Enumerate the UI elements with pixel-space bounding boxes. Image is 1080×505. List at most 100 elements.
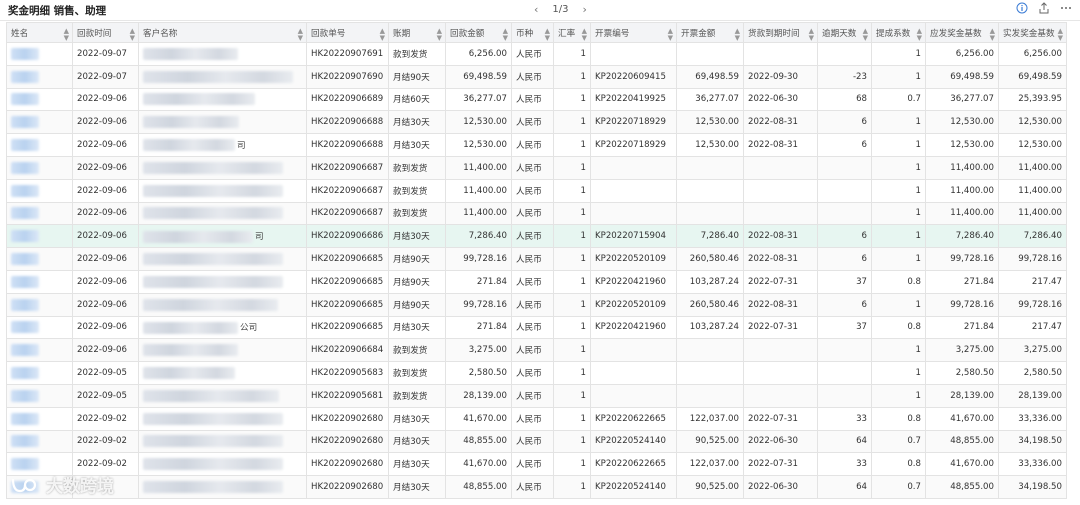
cell-inv-no: KP20220622665 (590, 406, 677, 431)
cell-coef: 1 (871, 383, 926, 408)
table-row[interactable]: 2022-09-02 HK20220902680 月结30天 41,670.00 人民币… (6, 452, 1067, 477)
column-header-actual-bonus[interactable]: 实发奖金基数 ▲ ▼ (998, 22, 1067, 43)
cell-rate: 1 (553, 269, 591, 294)
sort-icon[interactable]: ▲ ▼ (503, 28, 508, 42)
cell-due (743, 201, 818, 226)
cell-due (743, 383, 818, 408)
cell-order: HK20220906688 (306, 110, 389, 135)
cell-coef: 1 (871, 338, 926, 363)
table-row[interactable]: 2022-09-06 HK20220906687 款到发货 11,400.00 人民币 1… (6, 155, 1067, 180)
cell-name-redacted (6, 383, 73, 408)
cell-rate: 1 (553, 475, 591, 499)
sort-icon[interactable]: ▲ ▼ (64, 28, 69, 42)
cell-term: 月结90天 (388, 292, 446, 317)
redacted-block (11, 321, 39, 334)
cell-coef: 1 (871, 110, 926, 135)
cell-amount: 2,580.50 (445, 361, 512, 385)
table-row[interactable]: 2022-09-06 HK20220906689 月结60天 36,277.07 人民币… (6, 87, 1067, 112)
table-row[interactable]: 2022-09-06 司 HK20220906688 月结30天 12,530.00 人民… (6, 133, 1067, 157)
column-header-overdue-days[interactable]: 逾期天数 ▲ ▼ (817, 22, 872, 43)
redacted-block (11, 47, 39, 60)
table-row[interactable]: 2022-09-06 HK20220906687 款到发货 11,400.00 人民币 1… (6, 178, 1067, 203)
cell-coef: 1 (871, 292, 926, 317)
redacted-block (143, 184, 283, 197)
next-page-button[interactable]: › (583, 3, 587, 16)
sort-icon[interactable]: ▲ ▼ (130, 28, 135, 42)
cell-inv-no (590, 361, 677, 385)
cell-term: 款到发货 (388, 155, 446, 180)
column-header-amount[interactable]: 回款金额 ▲ ▼ (445, 22, 512, 43)
table-header-row: 姓名 ▲ ▼ 回款时间 ▲ ▼ 客户名称 ▲ ▼ 回款单号 ▲ ▼ 账期 ▲ ▼ 回款金额 ▲ ▼ 币种 ▲ ▼ 汇率 ▲ ▼… (6, 22, 1067, 43)
cell-base: 11,400.00 (925, 155, 999, 180)
sort-icon[interactable]: ▲ ▼ (668, 28, 673, 42)
column-header-due-date[interactable]: 货款到期时间 ▲ ▼ (743, 22, 818, 43)
cell-term: 月结30天 (388, 110, 446, 135)
sort-icon[interactable]: ▲ ▼ (917, 28, 922, 42)
cell-order: HK20220906687 (306, 178, 389, 203)
cell-rate: 1 (553, 383, 591, 408)
cell-rate: 1 (553, 110, 591, 135)
table-row[interactable]: 2022-09-02 HK20220902680 月结30天 41,670.00 人民币… (6, 406, 1067, 431)
column-header-label: 应发奖金基数 (930, 28, 982, 39)
table-row[interactable]: 2022-09-06 HK20220906685 月结90天 99,728.16 人民币… (6, 292, 1067, 317)
sort-icon[interactable]: ▲ ▼ (380, 28, 385, 42)
table-row[interactable]: 2022-09-06 HK20220906687 款到发货 11,400.00 人民币 1… (6, 201, 1067, 226)
table-row[interactable]: 2022-09-06 HK20220906684 款到发货 3,275.00 人民币 1 1… (6, 338, 1067, 363)
cell-inv-amt: 103,287.24 (676, 315, 744, 340)
cell-customer-redacted (138, 361, 307, 385)
sort-icon[interactable]: ▲ ▼ (582, 28, 587, 42)
column-header-label: 回款时间 (77, 28, 112, 39)
column-header-invoice-no[interactable]: 开票编号 ▲ ▼ (590, 22, 677, 43)
prev-page-button[interactable]: ‹ (534, 3, 538, 16)
cell-due (743, 361, 818, 385)
table-row[interactable]: 2022-09-07 HK20220907691 款到发货 6,256.00 人民币 1 1… (6, 42, 1067, 66)
cell-order: HK20220907691 (306, 42, 389, 66)
cell-currency: 人民币 (511, 64, 554, 89)
column-header-currency[interactable]: 币种 ▲ ▼ (511, 22, 554, 43)
column-header-invoice-amount[interactable]: 开票金额 ▲ ▼ (676, 22, 744, 43)
export-icon[interactable] (1038, 2, 1050, 14)
sort-icon[interactable]: ▲ ▼ (990, 28, 995, 42)
cell-order: HK20220906686 (306, 224, 389, 249)
table-row[interactable]: HK20220902680 月结30天 48,855.00 人民币 1 KP2022052… (6, 475, 1067, 499)
cell-due (743, 178, 818, 203)
cell-rate: 1 (553, 133, 591, 157)
column-header-label: 账期 (393, 28, 411, 39)
cell-currency: 人民币 (511, 315, 554, 340)
table-row[interactable]: 2022-09-06 HK20220906688 月结30天 12,530.00 人民币… (6, 110, 1067, 135)
sort-icon[interactable]: ▲ ▼ (545, 28, 550, 42)
table-row[interactable]: 2022-09-02 HK20220902680 月结30天 48,855.00 人民币… (6, 429, 1067, 454)
sort-icon[interactable]: ▲ ▼ (1058, 28, 1063, 42)
table-row[interactable]: 2022-09-07 HK20220907690 月结90天 69,498.59 人民币… (6, 64, 1067, 89)
column-header-bonus-base[interactable]: 应发奖金基数 ▲ ▼ (925, 22, 999, 43)
column-header-order[interactable]: 回款单号 ▲ ▼ (306, 22, 389, 43)
table-row[interactable]: 2022-09-06 HK20220906685 月结90天 271.84 人民币 1 KP… (6, 269, 1067, 294)
table-row[interactable]: 2022-09-05 HK20220905683 款到发货 2,580.50 人民币 1 1… (6, 361, 1067, 385)
cell-customer-redacted (138, 42, 307, 66)
cell-amount: 11,400.00 (445, 178, 512, 203)
table-row[interactable]: 2022-09-05 HK20220905681 款到发货 28,139.00 人民币 1… (6, 383, 1067, 408)
table-row[interactable]: 2022-09-06 HK20220906685 月结90天 99,728.16 人民币… (6, 247, 1067, 271)
column-header-customer[interactable]: 客户名称 ▲ ▼ (138, 22, 307, 43)
info-icon[interactable] (1016, 2, 1028, 14)
cell-coef: 0.8 (871, 452, 926, 477)
cell-customer-redacted (138, 155, 307, 180)
column-header-coefficient[interactable]: 提成系数 ▲ ▼ (871, 22, 926, 43)
sort-icon[interactable]: ▲ ▼ (863, 28, 868, 42)
cell-date: 2022-09-06 (72, 269, 139, 294)
cell-overdue (817, 42, 872, 66)
sort-icon[interactable]: ▲ ▼ (437, 28, 442, 42)
column-header-term[interactable]: 账期 ▲ ▼ (388, 22, 446, 43)
column-header-name[interactable]: 姓名 ▲ ▼ (6, 22, 73, 43)
sort-icon[interactable]: ▲ ▼ (735, 28, 740, 42)
table-row[interactable]: 2022-09-06 公司 HK20220906685 月结30天 271.84 人民币 1… (6, 315, 1067, 340)
more-icon[interactable] (1060, 2, 1072, 14)
table-row[interactable]: 2022-09-06 司 HK20220906686 月结30天 7,286.40 人民币… (6, 224, 1067, 249)
cell-customer-redacted (138, 475, 307, 499)
sort-icon[interactable]: ▲ ▼ (298, 28, 303, 42)
column-header-rate[interactable]: 汇率 ▲ ▼ (553, 22, 591, 43)
column-header-date[interactable]: 回款时间 ▲ ▼ (72, 22, 139, 43)
sort-icon[interactable]: ▲ ▼ (809, 28, 814, 42)
cell-amount: 11,400.00 (445, 155, 512, 180)
cell-rate: 1 (553, 224, 591, 249)
